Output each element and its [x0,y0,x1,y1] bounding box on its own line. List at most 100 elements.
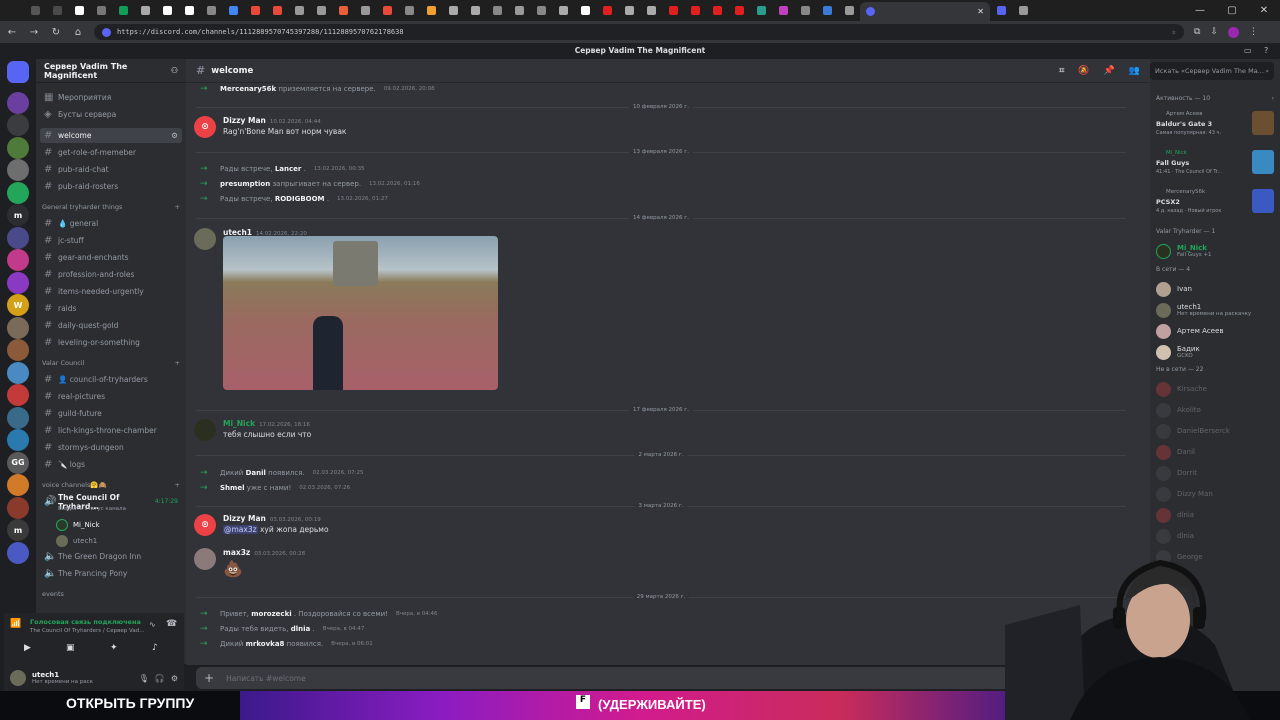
channel-item[interactable]: # pub-raid-chat [40,162,182,177]
member-item[interactable]: Бадик GCKO [1156,343,1274,361]
browser-tab[interactable] [574,0,596,21]
voice-user[interactable]: Mi_Nick [56,517,100,532]
soundboard-icon[interactable]: ♪ [152,643,158,653]
search-input[interactable]: Искать «Сервер Vadim The Ma... ⌕ [1150,62,1274,80]
browser-tab[interactable] [332,0,354,21]
server-menu-item[interactable]: ▦ Мероприятия [40,90,182,105]
back-icon[interactable]: ← [6,27,18,38]
channel-item[interactable]: # 🔪 logs [40,457,182,472]
activity-card[interactable]: Mi_Nick Fall Guys 41:41 · The Council Of T… [1156,148,1274,188]
browser-tab[interactable] [24,0,46,21]
channel-item[interactable]: # items-needed-urgently [40,284,182,299]
add-channel-icon[interactable]: + [175,481,180,489]
browser-tab[interactable] [68,0,90,21]
reload-icon[interactable]: ↻ [50,27,62,38]
voice-channel-item[interactable]: 🔈 The Green Dragon Inn [40,549,182,564]
voice-location[interactable]: The Council Of Tryharders / Сервер Vad..… [30,628,144,634]
browser-tab[interactable] [398,0,420,21]
system-username[interactable]: Shmel [220,484,244,492]
channel-item[interactable]: # daily-quest-gold [40,318,182,333]
server-icon[interactable] [7,429,29,451]
channel-item[interactable]: # profession-and-roles [40,267,182,282]
channel-item[interactable]: # lich-kings-throne-chamber [40,423,182,438]
server-icon[interactable] [7,541,29,564]
browser-tab[interactable] [222,0,244,21]
add-channel-icon[interactable]: + [175,359,180,367]
threads-icon[interactable]: ⌗ [1059,66,1064,76]
member-item[interactable]: DanielBerserck [1156,422,1274,440]
browser-tab[interactable] [1012,0,1034,21]
browser-tab[interactable] [486,0,508,21]
voice-channel-status[interactable]: Выбрать статус канала [58,506,126,512]
member-item[interactable]: dlnia [1156,506,1274,524]
browser-tab[interactable] [464,0,486,21]
message-username[interactable]: Dizzy Man [223,514,266,523]
server-menu-item[interactable]: ◈ Бусты сервера [40,107,182,122]
notifications-icon[interactable]: 🔕 [1078,66,1089,76]
help-icon[interactable]: ? [1264,46,1268,55]
channel-item[interactable]: # 💧 general [40,216,182,231]
category-header[interactable]: General tryharder things + [42,201,180,213]
browser-tab[interactable] [354,0,376,21]
browser-tab[interactable] [772,0,794,21]
category-header[interactable]: events [42,588,180,600]
home-icon[interactable]: ⌂ [72,27,84,38]
member-item[interactable]: Mi_Nick Fall Guys +1 [1156,242,1274,260]
server-icon[interactable]: m [7,519,29,541]
maximize-button[interactable]: ▢ [1216,0,1248,21]
browser-tab[interactable] [552,0,574,21]
browser-tab[interactable] [442,0,464,21]
add-member-icon[interactable]: ⚇ [171,66,178,75]
user-mention[interactable]: @max3z [223,525,258,534]
url-input[interactable]: https://discord.com/channels/11128895707… [94,24,1184,40]
server-header[interactable]: Сервер Vadim The Magnificent ⚇ [36,59,186,83]
browser-tab[interactable] [156,0,178,21]
member-item[interactable]: dlnia [1156,527,1274,545]
browser-tab[interactable] [376,0,398,21]
disconnect-icon[interactable]: ☎ [166,619,177,629]
browser-tab[interactable] [46,0,68,21]
noise-suppression-icon[interactable]: ∿ [149,620,156,629]
server-icon[interactable] [7,91,29,114]
screen-share-icon[interactable]: ▣ [66,643,75,653]
browser-menu-icon[interactable]: ⋮ [1249,27,1258,37]
member-item[interactable]: utech1 Нет времени на раскачку [1156,301,1274,319]
camera-icon[interactable]: ▶ [24,643,31,653]
minimize-button[interactable]: — [1184,0,1216,21]
channel-item[interactable]: # welcome ⚙ [40,128,182,143]
server-icon[interactable]: m [7,204,29,226]
browser-tab[interactable] [244,0,266,21]
browser-tab[interactable] [288,0,310,21]
member-item[interactable]: Артем Асеев [1156,322,1274,340]
server-icon[interactable]: GG [7,451,29,474]
browser-tab[interactable] [750,0,772,21]
downloads-icon[interactable]: ⇩ [1210,27,1218,37]
member-item[interactable]: Dorrit [1156,464,1274,482]
browser-tab[interactable] [816,0,838,21]
channel-item[interactable]: # stormys-dungeon [40,440,182,455]
browser-tab[interactable] [684,0,706,21]
server-icon[interactable] [7,181,29,204]
browser-tab[interactable] [310,0,332,21]
system-username[interactable]: mrkovka8 [246,640,285,648]
member-item[interactable]: Dizzy Man [1156,485,1274,503]
server-icon[interactable] [7,249,29,271]
channel-item[interactable]: # guild-future [40,406,182,421]
message-username[interactable]: Mi_Nick [223,419,255,428]
channel-item[interactable]: # 👤 council-of-tryharders [40,372,182,387]
server-icon[interactable] [7,406,29,429]
forward-icon[interactable]: → [28,27,40,38]
server-icon[interactable] [7,114,29,136]
member-item[interactable]: Danil [1156,443,1274,461]
user-avatar[interactable] [194,548,216,570]
close-window-button[interactable]: ✕ [1248,0,1280,21]
browser-tab[interactable] [596,0,618,21]
server-icon[interactable] [7,136,29,159]
browser-tab[interactable] [266,0,288,21]
profile-avatar[interactable] [1227,26,1239,38]
server-icon[interactable] [7,496,29,519]
server-icon[interactable] [7,159,29,181]
browser-tab[interactable] [90,0,112,21]
server-icon[interactable] [7,339,29,361]
category-header[interactable]: Valar Council + [42,357,180,369]
